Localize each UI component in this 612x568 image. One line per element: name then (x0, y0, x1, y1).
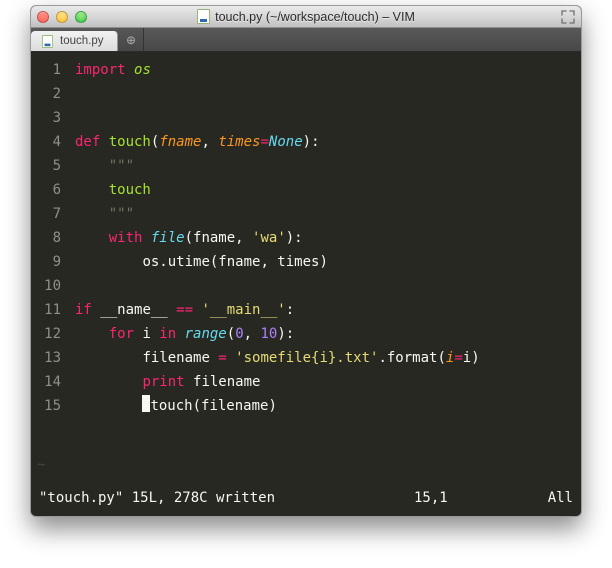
window-title: touch.py (~/workspace/touch) – VIM (31, 9, 581, 24)
new-tab-button[interactable]: ⊕ (118, 28, 144, 51)
line-number-gutter: 123456789101112131415 (31, 52, 71, 454)
traffic-lights (37, 11, 87, 23)
line-number: 15 (31, 394, 61, 418)
code-line[interactable]: os.utime(fname, times) (75, 250, 581, 274)
line-number: 11 (31, 298, 61, 322)
code-line[interactable]: filename = 'somefile{i}.txt'.format(i=i) (75, 346, 581, 370)
line-number: 7 (31, 202, 61, 226)
line-number: 6 (31, 178, 61, 202)
line-number: 5 (31, 154, 61, 178)
tab-label: touch.py (60, 35, 103, 47)
vim-empty-line: ~ (31, 454, 581, 480)
python-file-icon (197, 9, 210, 24)
line-number: 9 (31, 250, 61, 274)
line-number: 12 (31, 322, 61, 346)
line-number: 8 (31, 226, 61, 250)
tab-touch-py[interactable]: touch.py (31, 31, 118, 51)
line-number: 4 (31, 130, 61, 154)
status-message: "touch.py" 15L, 278C written (39, 490, 275, 506)
cursor-position: 15,1 (414, 490, 548, 506)
code-line[interactable] (75, 82, 581, 106)
tab-bar: touch.py ⊕ (31, 28, 581, 52)
code-line[interactable]: """ (75, 154, 581, 178)
code-line[interactable]: print filename (75, 370, 581, 394)
code-line[interactable]: touch(filename) (75, 394, 581, 418)
line-number: 13 (31, 346, 61, 370)
plus-icon: ⊕ (126, 31, 135, 49)
python-file-icon (42, 35, 53, 48)
window-title-text: touch.py (~/workspace/touch) – VIM (215, 10, 415, 24)
zoom-icon[interactable] (75, 11, 87, 23)
line-number: 14 (31, 370, 61, 394)
code-line[interactable]: """ (75, 202, 581, 226)
line-number: 2 (31, 82, 61, 106)
line-number: 1 (31, 58, 61, 82)
code-line[interactable]: if __name__ == '__main__': (75, 298, 581, 322)
vim-status-line: "touch.py" 15L, 278C written 15,1 All (31, 480, 581, 516)
line-number: 3 (31, 106, 61, 130)
code-area[interactable]: import os def touch(fname, times=None): "… (71, 52, 581, 454)
app-window: touch.py (~/workspace/touch) – VIM touch… (30, 5, 582, 517)
code-line[interactable]: touch (75, 178, 581, 202)
code-line[interactable] (75, 106, 581, 130)
code-line[interactable]: def touch(fname, times=None): (75, 130, 581, 154)
code-line[interactable] (75, 274, 581, 298)
fullscreen-icon[interactable] (561, 10, 575, 24)
minimize-icon[interactable] (56, 11, 68, 23)
code-line[interactable]: for i in range(0, 10): (75, 322, 581, 346)
macos-titlebar[interactable]: touch.py (~/workspace/touch) – VIM (31, 6, 581, 28)
code-line[interactable]: import os (75, 58, 581, 82)
close-icon[interactable] (37, 11, 49, 23)
code-line[interactable]: with file(fname, 'wa'): (75, 226, 581, 250)
scroll-percentage: All (548, 490, 573, 506)
code-editor[interactable]: 123456789101112131415 import osdef touch… (31, 52, 581, 454)
line-number: 10 (31, 274, 61, 298)
